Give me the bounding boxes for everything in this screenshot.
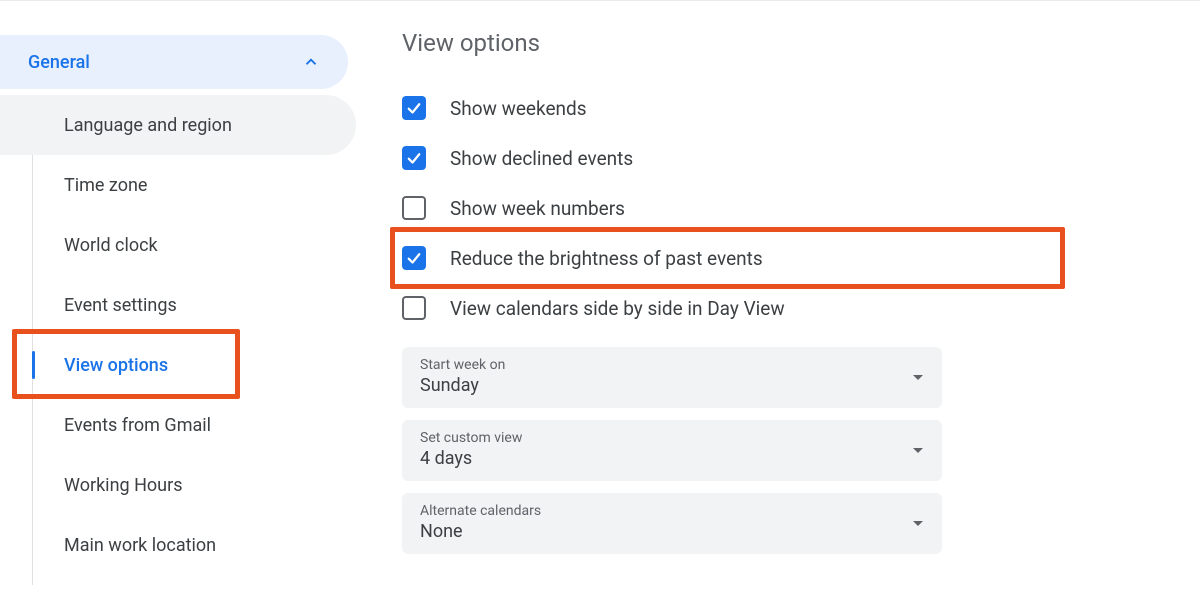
sidebar-item-label: View options xyxy=(64,355,168,376)
dropdowns-group: Start week on Sunday Set custom view 4 days… xyxy=(402,347,1170,554)
option-label: Reduce the brightness of past events xyxy=(450,247,763,270)
checkbox-reduce-the-brightness-of-past-events[interactable] xyxy=(402,246,426,270)
sidebar-item-working-hours[interactable]: Working Hours xyxy=(0,455,356,515)
sidebar-item-event-settings[interactable]: Event settings xyxy=(0,275,356,335)
settings-sidebar: General Language and region Time zone Worl… xyxy=(0,1,360,610)
sidebar-item-events-from-gmail[interactable]: Events from Gmail xyxy=(0,395,356,455)
dropdown-value: 4 days xyxy=(420,448,522,469)
sidebar-section-label: General xyxy=(28,52,90,73)
option-label: Show week numbers xyxy=(450,197,625,220)
option-row: Reduce the brightness of past events xyxy=(402,233,1170,283)
sidebar-item-label: World clock xyxy=(64,235,158,256)
option-label: Show weekends xyxy=(450,97,587,120)
options-list: Show weekends Show declined events Show we… xyxy=(402,83,1170,333)
checkbox-show-weekends[interactable] xyxy=(402,96,426,120)
sidebar-item-label: Working Hours xyxy=(64,475,183,496)
dropdown-start-week-on[interactable]: Start week on Sunday xyxy=(402,347,942,408)
caret-down-icon xyxy=(912,367,924,386)
caret-down-icon xyxy=(912,440,924,459)
dropdown-alternate-calendars[interactable]: Alternate calendars None xyxy=(402,493,942,554)
dropdown-set-custom-view[interactable]: Set custom view 4 days xyxy=(402,420,942,481)
sidebar-item-label: Language and region xyxy=(64,115,232,136)
settings-main: View options Show weekends Show declined … xyxy=(360,1,1200,610)
checkbox-show-declined-events[interactable] xyxy=(402,146,426,170)
dropdown-label: Alternate calendars xyxy=(420,503,541,519)
sidebar-item-label: Time zone xyxy=(64,175,147,196)
sidebar-item-language-and-region[interactable]: Language and region xyxy=(0,95,356,155)
caret-down-icon xyxy=(912,513,924,532)
option-row: View calendars side by side in Day View xyxy=(402,283,1170,333)
sidebar-section-general[interactable]: General xyxy=(0,35,348,89)
section-title: View options xyxy=(402,29,1170,57)
sidebar-item-label: Event settings xyxy=(64,295,177,316)
sidebar-item-view-options[interactable]: View options xyxy=(0,335,356,395)
dropdown-label: Start week on xyxy=(420,357,505,373)
option-row: Show declined events xyxy=(402,133,1170,183)
checkbox-show-week-numbers[interactable] xyxy=(402,196,426,220)
option-label: Show declined events xyxy=(450,147,633,170)
sidebar-nav-list: Language and region Time zone World clock E… xyxy=(0,95,360,575)
option-label: View calendars side by side in Day View xyxy=(450,297,785,320)
option-row: Show weekends xyxy=(402,83,1170,133)
sidebar-item-label: Events from Gmail xyxy=(64,415,211,436)
sidebar-item-time-zone[interactable]: Time zone xyxy=(0,155,356,215)
dropdown-value: Sunday xyxy=(420,375,505,396)
dropdown-value: None xyxy=(420,521,541,542)
sidebar-item-world-clock[interactable]: World clock xyxy=(0,215,356,275)
sidebar-item-main-work-location[interactable]: Main work location xyxy=(0,515,356,575)
sidebar-item-label: Main work location xyxy=(64,535,216,556)
checkbox-view-calendars-side-by-side-in-day-view[interactable] xyxy=(402,296,426,320)
dropdown-label: Set custom view xyxy=(420,430,522,446)
chevron-up-icon xyxy=(302,53,320,71)
option-row: Show week numbers xyxy=(402,183,1170,233)
